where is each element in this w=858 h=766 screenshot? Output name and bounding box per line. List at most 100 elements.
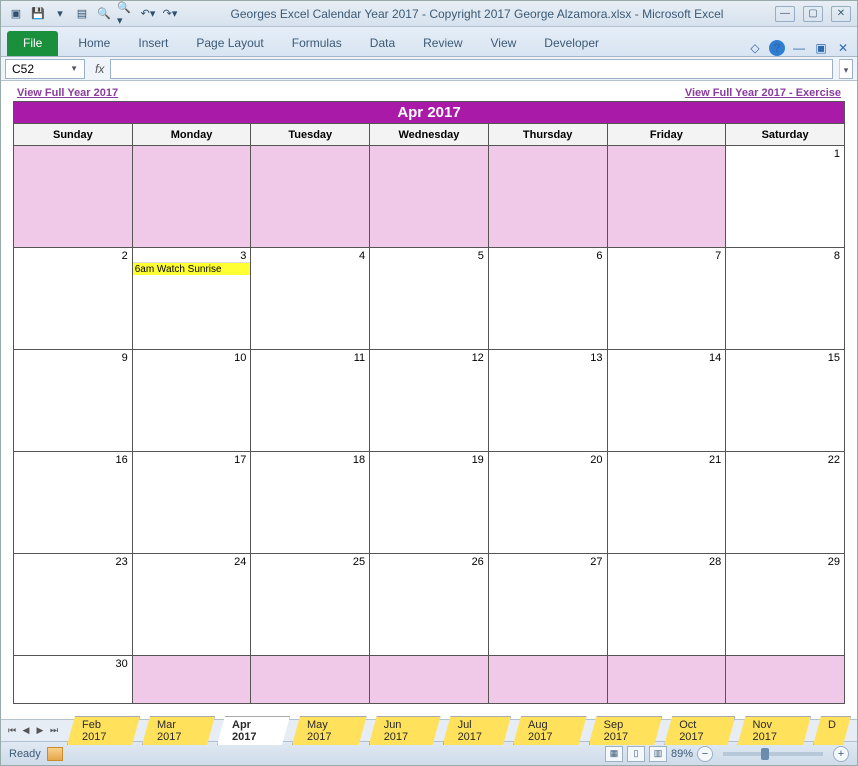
calendar-cell[interactable] [488,656,607,704]
tab-nav-first-icon[interactable]: ⏮ [5,724,19,738]
calendar-cell[interactable]: 36am Watch Sunrise [132,248,251,350]
calendar-cell[interactable]: 4 [251,248,370,350]
calendar-cell[interactable] [488,146,607,248]
calendar-cell[interactable] [370,146,489,248]
workbook-restore-icon[interactable]: ▣ [813,40,829,56]
view-full-year-link[interactable]: View Full Year 2017 [17,87,118,99]
page-layout-view-button[interactable]: ▯ [627,746,645,762]
calendar-cell[interactable]: 27 [488,554,607,656]
sheet-tab[interactable]: Apr 2017 [217,716,290,745]
sheet-tab[interactable]: May 2017 [292,716,367,745]
calendar-cell[interactable]: 16 [14,452,133,554]
calendar-cell[interactable] [14,146,133,248]
tab-nav-next-icon[interactable]: ▶ [33,724,47,738]
calendar-cell[interactable] [251,656,370,704]
calendar-cell[interactable]: 28 [607,554,726,656]
calendar-cell[interactable]: 24 [132,554,251,656]
ribbon-tab-view[interactable]: View [477,30,531,56]
ribbon-tab-home[interactable]: Home [64,30,124,56]
zoom-slider[interactable] [723,752,823,756]
calendar-cell[interactable] [607,146,726,248]
sheet-tab[interactable]: Mar 2017 [142,716,215,745]
calendar-cell[interactable]: 12 [370,350,489,452]
calendar-cell[interactable] [370,656,489,704]
calendar-cell[interactable]: 20 [488,452,607,554]
formula-bar[interactable] [110,59,833,79]
calendar-cell[interactable]: 21 [607,452,726,554]
close-button[interactable]: ✕ [831,6,851,22]
page-break-view-button[interactable]: ▥ [649,746,667,762]
calendar-cell[interactable]: 22 [726,452,845,554]
redo-icon[interactable]: ↷▾ [161,5,179,23]
file-tab[interactable]: File [7,31,58,56]
minimize-button[interactable]: — [775,6,795,22]
find-menu-icon[interactable]: 🔍▾ [117,5,135,23]
new-icon[interactable]: ▤ [73,5,91,23]
zoom-percent[interactable]: 89% [671,748,693,760]
calendar-cell[interactable]: 18 [251,452,370,554]
day-number [489,656,607,658]
calendar-cell[interactable]: 14 [607,350,726,452]
qat-menu-icon[interactable]: ▾ [51,5,69,23]
calendar-cell[interactable]: 8 [726,248,845,350]
ribbon-tab-insert[interactable]: Insert [124,30,182,56]
undo-icon[interactable]: ↶▾ [139,5,157,23]
view-full-year-exercise-link[interactable]: View Full Year 2017 - Exercise [685,87,841,99]
calendar-cell[interactable]: 23 [14,554,133,656]
calendar-cell[interactable]: 29 [726,554,845,656]
save-icon[interactable]: 💾 [29,5,47,23]
help-icon[interactable]: ? [769,40,785,56]
macro-record-icon[interactable] [47,747,63,761]
sheet-tab[interactable]: Feb 2017 [67,716,140,745]
calendar-event[interactable]: 6am Watch Sunrise [133,262,251,275]
calendar-cell[interactable] [726,656,845,704]
maximize-button[interactable]: ▢ [803,6,823,22]
sheet-tab[interactable]: Jul 2017 [443,716,511,745]
calendar-cell[interactable]: 2 [14,248,133,350]
calendar-cell[interactable]: 30 [14,656,133,704]
calendar-cell[interactable]: 13 [488,350,607,452]
month-title: Apr 2017 [14,102,845,124]
workbook-close-icon[interactable]: ✕ [835,40,851,56]
ribbon-tab-developer[interactable]: Developer [530,30,613,56]
workbook-minimize-icon[interactable]: — [791,40,807,56]
zoom-in-button[interactable]: + [833,746,849,762]
name-box[interactable]: C52 ▼ [5,59,85,79]
calendar-cell[interactable]: 11 [251,350,370,452]
excel-icon[interactable]: ▣ [7,5,25,23]
normal-view-button[interactable]: ▦ [605,746,623,762]
calendar-cell[interactable]: 7 [607,248,726,350]
calendar-cell[interactable]: 15 [726,350,845,452]
fx-label[interactable]: fx [89,62,110,76]
ribbon-tab-page-layout[interactable]: Page Layout [182,30,277,56]
ribbon-options-icon[interactable]: ◇ [747,40,763,56]
calendar-cell[interactable]: 10 [132,350,251,452]
calendar-cell[interactable]: 25 [251,554,370,656]
calendar-cell[interactable]: 9 [14,350,133,452]
tab-nav-last-icon[interactable]: ⏭ [47,724,61,738]
calendar-cell[interactable]: 17 [132,452,251,554]
calendar-cell[interactable] [132,656,251,704]
calendar-cell[interactable]: 5 [370,248,489,350]
sheet-tab[interactable]: Sep 2017 [589,716,663,745]
sheet-tab[interactable]: Aug 2017 [513,716,587,745]
sheet-tab[interactable]: Nov 2017 [737,716,811,745]
calendar-cell[interactable]: 26 [370,554,489,656]
ribbon-tab-data[interactable]: Data [356,30,409,56]
formula-bar-expand-icon[interactable]: ▾ [839,59,853,79]
calendar-cell[interactable] [132,146,251,248]
calendar-cell[interactable] [251,146,370,248]
calendar-cell[interactable]: 1 [726,146,845,248]
calendar-cell[interactable]: 6 [488,248,607,350]
sheet-tab[interactable]: Jun 2017 [369,716,441,745]
name-box-dropdown-icon[interactable]: ▼ [70,64,78,73]
ribbon-tab-formulas[interactable]: Formulas [278,30,356,56]
find-icon[interactable]: 🔍 [95,5,113,23]
tab-nav-prev-icon[interactable]: ◀ [19,724,33,738]
ribbon-tab-review[interactable]: Review [409,30,476,56]
zoom-slider-thumb[interactable] [761,748,769,760]
sheet-tab[interactable]: Oct 2017 [664,716,735,745]
calendar-cell[interactable] [607,656,726,704]
calendar-cell[interactable]: 19 [370,452,489,554]
zoom-out-button[interactable]: − [697,746,713,762]
